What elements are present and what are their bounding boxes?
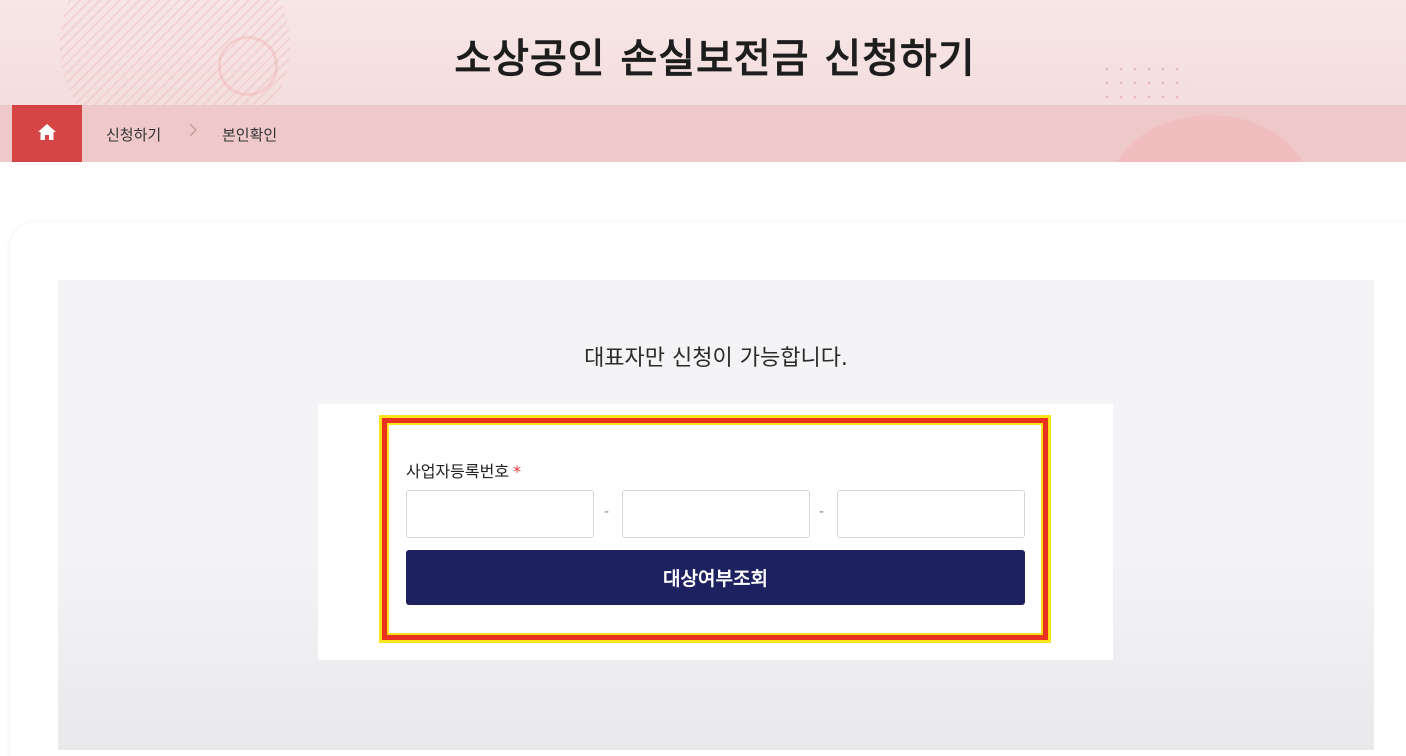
page: 소상공인 손실보전금 신청하기 신청하기 본인확인 대표자만 신청이 가능합니다… xyxy=(0,0,1406,756)
field-label-text: 사업자등록번호 xyxy=(406,462,510,481)
field-label: 사업자등록번호 * xyxy=(406,458,521,482)
page-title: 소상공인 손실보전금 신청하기 xyxy=(454,36,976,82)
inner-panel: 대표자만 신청이 가능합니다. 사업자등록번호 * - - 대상여부조회 xyxy=(58,280,1374,750)
breadcrumb: 신청하기 본인확인 xyxy=(0,105,1406,162)
content-card: 대표자만 신청이 가능합니다. 사업자등록번호 * - - 대상여부조회 xyxy=(10,222,1406,756)
page-header: 소상공인 손실보전금 신청하기 xyxy=(0,0,1406,105)
breadcrumb-item-identity: 본인확인 xyxy=(222,126,278,144)
business-number-input-3[interactable] xyxy=(837,490,1025,538)
dash-separator: - xyxy=(604,504,610,520)
registration-form: 사업자등록번호 * - - 대상여부조회 xyxy=(318,404,1113,660)
breadcrumb-decoration xyxy=(1110,115,1310,162)
chevron-right-icon xyxy=(188,122,198,142)
dash-separator: - xyxy=(819,504,825,520)
required-mark: * xyxy=(513,462,522,481)
breadcrumb-item-apply[interactable]: 신청하기 xyxy=(106,124,161,145)
home-icon xyxy=(37,123,57,145)
business-number-input-1[interactable] xyxy=(406,490,594,538)
business-number-input-2[interactable] xyxy=(622,490,810,538)
home-button[interactable] xyxy=(12,105,82,162)
notice-text: 대표자만 신청이 가능합니다. xyxy=(584,346,848,371)
check-eligibility-button[interactable]: 대상여부조회 xyxy=(406,550,1025,605)
